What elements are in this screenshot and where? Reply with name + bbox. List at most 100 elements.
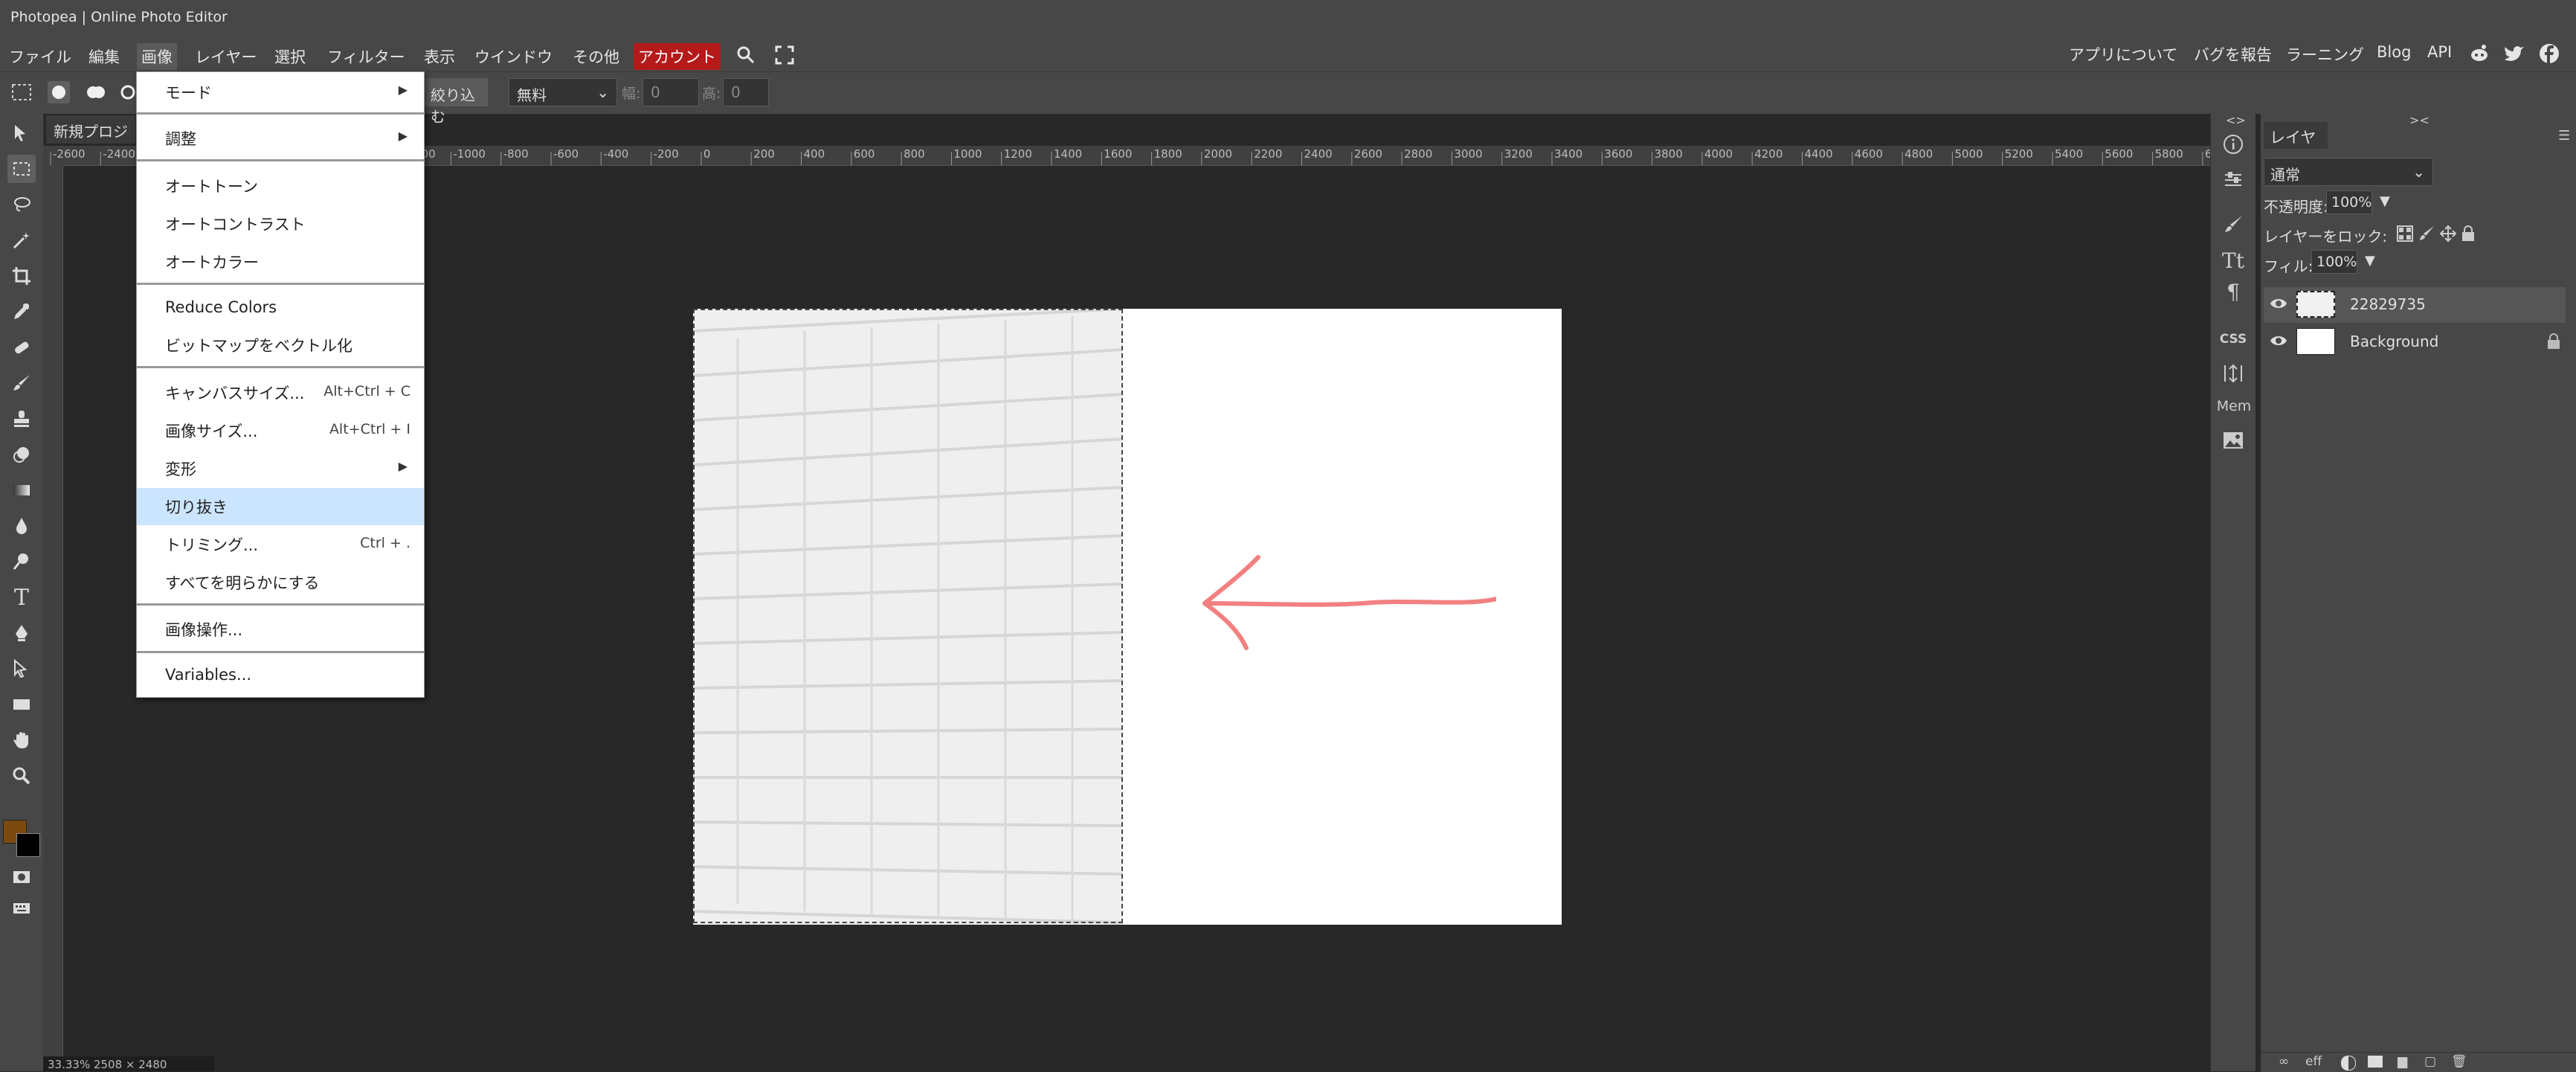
width-input[interactable]: 0 — [643, 78, 699, 106]
layer-row[interactable]: Background — [2264, 324, 2566, 360]
quick-mask-icon[interactable] — [7, 863, 36, 891]
new-layer-icon[interactable]: ▢ — [2424, 1054, 2436, 1069]
info-icon[interactable] — [2218, 129, 2248, 159]
layer-mask-icon[interactable] — [2368, 1056, 2383, 1068]
path-select-icon[interactable] — [7, 655, 36, 683]
memory-label[interactable]: Mem — [2215, 391, 2253, 421]
opacity-dropdown-icon[interactable]: ▼ — [2380, 193, 2390, 209]
blur-tool-icon[interactable] — [7, 512, 36, 540]
crop-tool-icon[interactable] — [7, 262, 36, 290]
image-icon[interactable] — [2218, 426, 2248, 455]
style-select[interactable]: 無料 ⌄ — [509, 78, 617, 106]
account-button[interactable]: アカウント — [634, 43, 721, 70]
menu-item-auto-color[interactable]: オートカラー — [137, 243, 424, 279]
healing-brush-icon[interactable] — [7, 333, 36, 362]
background-color-swatch[interactable] — [16, 833, 40, 857]
lock-position-icon[interactable] — [2439, 225, 2457, 245]
menu-item-vectorize-bitmap[interactable]: ビットマップをベクトル化 — [137, 327, 424, 362]
menu-item-mode[interactable]: モード ▶ — [137, 74, 424, 109]
layers-tab[interactable]: レイヤー — [2264, 122, 2328, 169]
height-input[interactable]: 0 — [723, 78, 769, 106]
link-blog[interactable]: Blog — [2377, 43, 2411, 61]
selection-add-icon[interactable] — [85, 81, 107, 106]
fill-input[interactable]: 100% — [2311, 250, 2357, 274]
zoom-tool-icon[interactable] — [7, 762, 36, 790]
menu-item-trim[interactable]: トリミング... Ctrl + . — [137, 526, 424, 562]
link-layers-icon[interactable]: ∞ — [2279, 1054, 2289, 1069]
lasso-tool-icon[interactable] — [7, 190, 36, 219]
eyedropper-icon[interactable] — [7, 298, 36, 326]
link-report-bug[interactable]: バグを報告 — [2194, 43, 2272, 65]
adjustments-icon[interactable] — [2218, 165, 2248, 195]
menu-item-crop[interactable]: 切り抜き — [137, 488, 424, 525]
css-icon[interactable]: CSS — [2218, 324, 2248, 354]
rectangle-shape-icon[interactable] — [7, 690, 36, 719]
panel-menu-icon[interactable]: ☰ — [2558, 128, 2570, 144]
link-api[interactable]: API — [2427, 43, 2452, 61]
marquee-options-icon[interactable] — [10, 81, 33, 106]
dodge-tool-icon[interactable] — [7, 548, 36, 576]
lock-all-icon[interactable] — [2460, 225, 2476, 245]
menu-item-auto-tone[interactable]: オートトーン — [137, 167, 424, 203]
keyboard-icon[interactable] — [7, 894, 36, 922]
menu-edit[interactable]: 編集 — [84, 43, 124, 70]
fill-dropdown-icon[interactable]: ▼ — [2365, 253, 2375, 269]
menu-layer[interactable]: レイヤー — [190, 43, 261, 70]
menu-item-reduce-colors[interactable]: Reduce Colors — [137, 291, 424, 327]
blend-mode-select[interactable]: 通常 ⌄ — [2264, 158, 2433, 186]
character-icon[interactable]: Tt — [2218, 245, 2248, 275]
lock-pixels-icon[interactable] — [2418, 225, 2436, 245]
delete-layer-icon[interactable]: 🗑 — [2451, 1054, 2467, 1069]
menu-item-transform[interactable]: 変形 ▶ — [137, 450, 424, 486]
menu-select[interactable]: 選択 — [270, 43, 310, 70]
rect-select-tool-icon[interactable] — [7, 155, 36, 183]
document-tab[interactable]: 新規プロジェ — [46, 115, 135, 162]
menu-view[interactable]: 表示 — [419, 43, 460, 70]
image-canvas[interactable] — [693, 309, 1562, 925]
folder-icon[interactable]: ▆ — [2398, 1054, 2407, 1069]
menu-window[interactable]: ウインドウ — [470, 43, 557, 70]
lock-transparency-icon[interactable] — [2396, 225, 2414, 245]
pen-tool-icon[interactable] — [7, 619, 36, 647]
reddit-icon[interactable] — [2469, 43, 2490, 68]
menu-item-adjustments[interactable]: 調整 ▶ — [137, 120, 424, 155]
menu-more[interactable]: その他 — [568, 43, 624, 70]
menu-item-auto-contrast[interactable]: オートコントラスト — [137, 205, 424, 241]
gradient-tool-icon[interactable] — [7, 476, 36, 504]
adjustment-layer-icon[interactable] — [2341, 1056, 2356, 1071]
brush-settings-icon[interactable] — [2218, 210, 2248, 240]
link-learning[interactable]: ラーニング — [2286, 43, 2364, 65]
clone-stamp-icon[interactable] — [7, 405, 36, 433]
fullscreen-icon[interactable] — [770, 43, 799, 71]
resize-icon[interactable] — [2218, 359, 2248, 388]
effects-icon[interactable]: eff — [2305, 1054, 2322, 1069]
paragraph-icon[interactable]: ¶ — [2218, 277, 2248, 306]
eye-icon[interactable] — [2270, 296, 2287, 314]
type-tool-icon[interactable]: T — [7, 583, 36, 612]
menu-item-reveal-all[interactable]: すべてを明らかにする — [137, 564, 424, 600]
twitter-icon[interactable] — [2503, 43, 2525, 68]
panel-collapse-icon[interactable]: >< — [2409, 113, 2430, 127]
menu-item-variables[interactable]: Variables... — [137, 658, 424, 694]
hand-tool-icon[interactable] — [7, 726, 36, 754]
menu-item-image-operations[interactable]: 画像操作... — [137, 611, 424, 646]
facebook-icon[interactable] — [2539, 43, 2560, 68]
layer-row[interactable]: 22829735 — [2264, 287, 2566, 323]
shortcut-label: Alt+Ctrl + C — [323, 383, 410, 399]
selection-new-icon[interactable] — [48, 81, 70, 103]
menu-item-canvas-size[interactable]: キャンバスサイズ... Alt+Ctrl + C — [137, 374, 424, 410]
move-tool-icon[interactable] — [7, 119, 36, 147]
eraser-icon[interactable] — [7, 440, 36, 469]
menu-image[interactable]: 画像 — [137, 43, 177, 70]
menu-file[interactable]: ファイル — [4, 43, 76, 70]
link-about[interactable]: アプリについて — [2069, 43, 2177, 65]
refine-edge-button[interactable]: 絞り込む — [422, 78, 488, 126]
menu-filter[interactable]: フィルター — [323, 43, 410, 70]
opacity-input[interactable]: 100% — [2326, 190, 2372, 214]
menu-item-image-size[interactable]: 画像サイズ... Alt+Ctrl + I — [137, 412, 424, 448]
eye-icon[interactable] — [2270, 333, 2287, 351]
brush-tool-icon[interactable] — [7, 369, 36, 397]
magic-wand-icon[interactable] — [7, 226, 36, 254]
search-icon[interactable] — [732, 43, 760, 71]
collapse-icon[interactable]: <> — [2226, 113, 2246, 127]
